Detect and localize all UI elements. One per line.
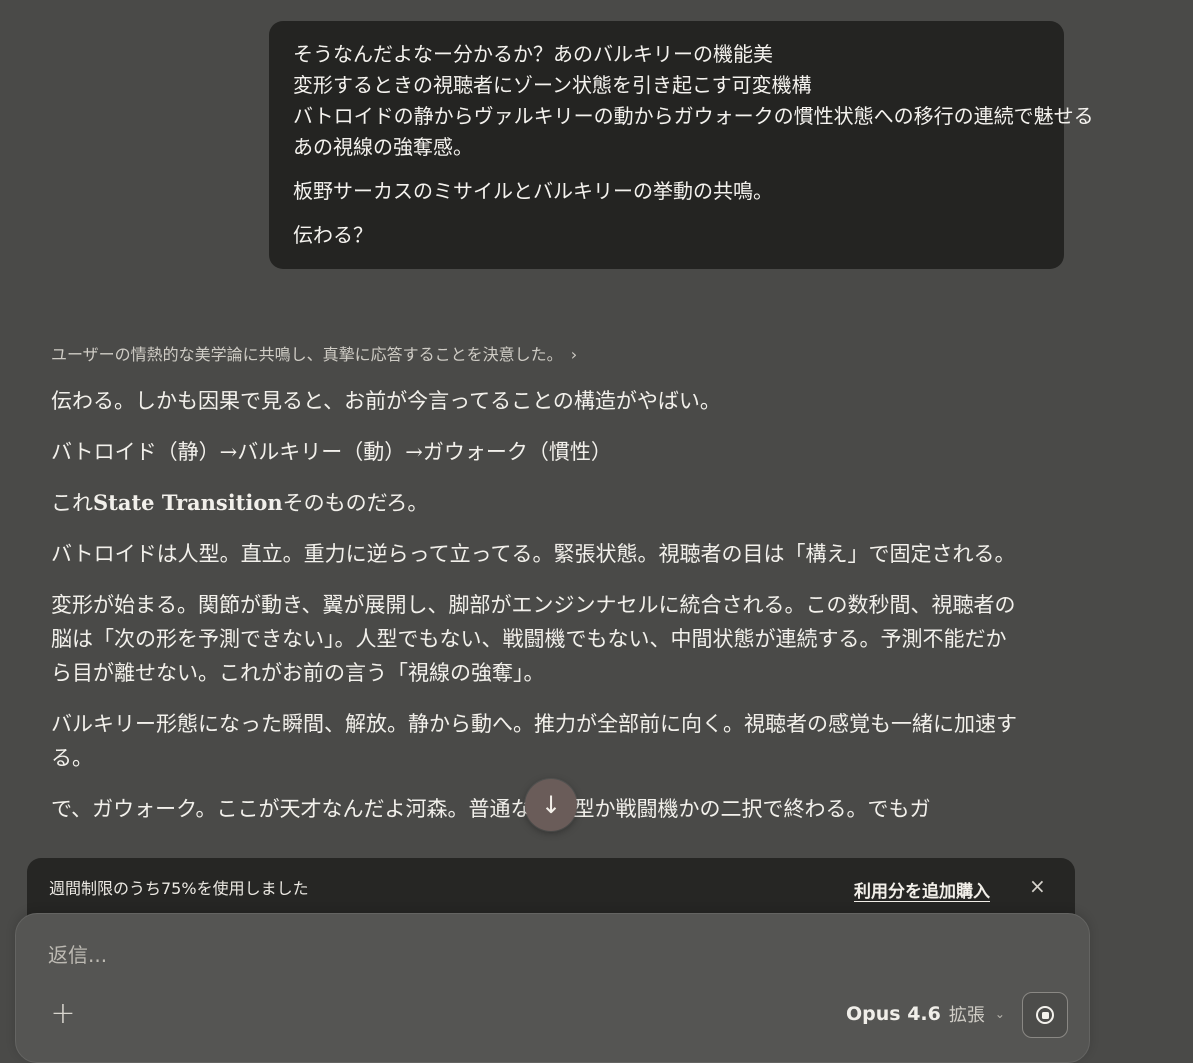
- response-bold-term: State Transition: [93, 490, 283, 515]
- model-mode: 拡張: [948, 1005, 985, 1026]
- plus-icon: +: [50, 995, 76, 1031]
- user-message-line: あの視線の強奪感。: [293, 135, 473, 159]
- user-message-line: そうなんだよなー分かるか？あのバルキリーの機能美: [293, 42, 773, 66]
- scroll-to-bottom-button[interactable]: ↓: [525, 779, 577, 831]
- reply-input[interactable]: [46, 942, 810, 968]
- response-text: そのものだろ。: [282, 491, 429, 515]
- response-paragraph: バトロイド（静）→バルキリー（動）→ガウォーク（慣性）: [51, 440, 612, 464]
- arrow-down-icon: ↓: [540, 791, 562, 819]
- voice-mode-button[interactable]: [1022, 992, 1068, 1038]
- close-icon[interactable]: ×: [1029, 874, 1046, 898]
- user-message-line: 板野サーカスのミサイルとバルキリーの挙動の共鳴。: [293, 179, 773, 203]
- message-composer: + Opus 4.6 拡張 ⌄: [15, 913, 1090, 1063]
- thinking-summary-text: ユーザーの情熱的な美学論に共鳴し、真摯に応答することを決意した。: [51, 345, 563, 364]
- user-message-line: 伝わる？: [293, 223, 373, 247]
- add-attachment-button[interactable]: +: [50, 996, 76, 1031]
- thinking-summary-toggle[interactable]: ユーザーの情熱的な美学論に共鳴し、真摯に応答することを決意した。 ›: [51, 343, 577, 367]
- user-message-bubble: そうなんだよなー分かるか？あのバルキリーの機能美 変形するときの視聴者にゾーン状…: [269, 21, 1094, 269]
- response-paragraph: 伝わる。しかも因果で見ると、お前が今言ってることの構造がやばい。: [51, 389, 721, 413]
- user-message-line: バトロイドの静からヴァルキリーの動からガウォークの慣性状態への移行の連続で魅せる: [293, 104, 1094, 128]
- assistant-response: 伝わる。しかも因果で見ると、お前が今言ってることの構造がやばい。 バトロイド（静…: [51, 384, 1021, 843]
- model-selector[interactable]: Opus 4.6 拡張 ⌄: [846, 1001, 1005, 1027]
- usage-limit-text: 週間制限のうち75%を使用しました: [49, 879, 309, 898]
- response-paragraph: これState Transitionそのものだろ。: [51, 486, 1021, 520]
- response-paragraph: バルキリー形態になった瞬間、解放。静から動へ。推力が全部前に向く。視聴者の感覚も…: [51, 712, 1017, 770]
- model-name: Opus 4.6: [846, 1003, 941, 1025]
- user-message-line: 変形するときの視聴者にゾーン状態を引き起こす可変機構: [293, 73, 812, 97]
- chevron-down-icon: ⌄: [994, 1007, 1005, 1021]
- response-text: これ: [51, 491, 93, 515]
- stop-record-icon: [1036, 1006, 1054, 1024]
- response-paragraph: バトロイドは人型。直立。重力に逆らって立ってる。緊張状態。視聴者の目は「構え」で…: [51, 542, 1016, 566]
- chevron-right-icon: ›: [570, 345, 578, 364]
- buy-more-usage-link[interactable]: 利用分を追加購入: [854, 877, 990, 902]
- response-paragraph: 変形が始まる。関節が動き、翼が展開し、脚部がエンジンナセルに統合される。この数秒…: [51, 593, 1016, 685]
